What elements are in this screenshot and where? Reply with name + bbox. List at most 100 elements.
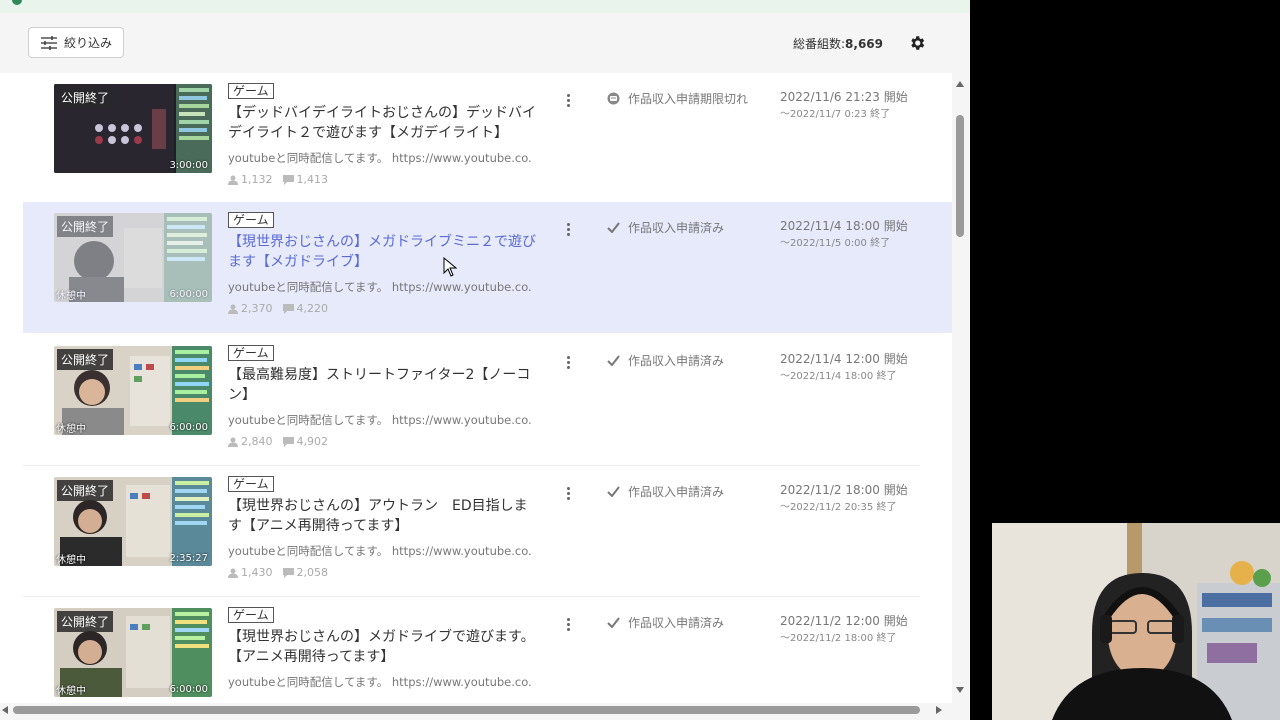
comments-count: 2,058 [296,566,329,579]
revenue-status: 作品収入申請済み [607,614,724,631]
revenue-status: 作品収入申請済み [607,219,724,236]
end-date: ～2022/11/7 0:23 終了 [780,109,891,120]
start-date: 2022/11/4 18:00 開始 [780,219,908,233]
category-tag: ゲーム [228,476,274,492]
duration-label: 6:00:00 [169,289,208,300]
status-label: 公開終了 [57,87,114,108]
program-title[interactable]: 【デッドバイデイライトおじさんの】デッドバイデイライト２で遊びます【メガデイライ… [228,103,540,143]
program-row[interactable]: 公開終了 6:00:00 休憩中 ゲーム 【最高難易度】ストリートファイター2【… [23,335,952,466]
scrollbar-thumb[interactable] [956,115,964,237]
revenue-status-label: 作品収入申請済み [628,485,725,499]
more-menu-icon[interactable] [564,94,572,110]
person-icon [228,304,238,314]
comments-count: 4,902 [296,435,329,448]
more-menu-icon[interactable] [564,618,572,634]
filter-sliders-icon [40,35,57,50]
video-thumbnail[interactable]: 公開終了 3:00:00 [54,84,212,173]
person-icon [228,437,238,447]
program-description: youtubeと同時配信してます。 https://www.youtube.co… [228,151,533,165]
start-date: 2022/11/6 21:23 開始 [780,90,908,104]
viewers-count: 2,840 [241,435,273,448]
check-icon [607,222,620,233]
category-tag: ゲーム [228,345,274,361]
gear-icon[interactable] [908,34,926,52]
status-label: 公開終了 [57,480,114,501]
program-title[interactable]: 【現世界おじさんの】メガドライブで遊びます。【アニメ再開待ってます】 [228,627,540,667]
program-description: youtubeと同時配信してます。 https://www.youtube.co… [228,675,533,689]
program-title[interactable]: 【最高難易度】ストリートファイター2【ノーコン】 [228,365,540,405]
more-menu-icon[interactable] [564,356,572,372]
end-date: ～2022/11/2 18:00 終了 [780,633,897,644]
duration-label: 2:35:27 [169,553,208,564]
viewers-stat: 2,370 [228,302,273,315]
duration-label: 6:00:00 [169,422,208,433]
check-icon [607,486,620,497]
program-row-selected[interactable]: 公開終了 6:00:00 休憩中 ゲーム 【現世界おじさんの】メガドライブミニ２… [23,202,952,333]
program-stats: 2,370 4,220 [228,302,328,315]
person-icon [228,568,238,578]
video-thumbnail[interactable]: 公開終了 6:00:00 休憩中 [54,608,212,697]
more-menu-icon[interactable] [564,487,572,503]
top-banner [0,0,970,13]
program-title[interactable]: 【現世界おじさんの】メガドライブミニ２で遊びます【メガドライブ】 [228,232,540,272]
program-stats: 1,132 1,413 [228,173,328,186]
comments-stat: 1,413 [282,173,329,186]
revenue-status-label: 作品収入申請済み [628,616,725,630]
scroll-down-icon[interactable] [956,687,964,693]
app-window: 絞り込み 総番組数:8,669 公開終了 3:00:00 ゲーム 【デッドバイデ… [0,0,970,720]
filter-button[interactable]: 絞り込み [28,27,124,58]
video-thumbnail[interactable]: 公開終了 6:00:00 休憩中 [54,213,212,302]
webcam-image [992,523,1280,720]
rest-label: 休憩中 [56,555,86,566]
revenue-status: 作品収入申請期限切れ [607,90,748,107]
check-icon [607,355,620,366]
revenue-status: 作品収入申請済み [607,352,724,369]
comment-icon [282,436,294,447]
webcam-overlay [992,523,1280,720]
comments-count: 1,413 [296,173,329,186]
program-title[interactable]: 【現世界おじさんの】アウトラン ED目指します【アニメ再開待ってます】 [228,496,540,536]
leaf-icon [12,0,22,5]
duration-label: 6:00:00 [169,684,208,695]
viewers-count: 1,430 [241,566,273,579]
program-stats: 2,840 4,902 [228,435,328,448]
revenue-status-label: 作品収入申請期限切れ [628,92,749,106]
more-menu-icon[interactable] [564,223,572,239]
comments-stat: 2,058 [282,566,329,579]
video-thumbnail[interactable]: 公開終了 6:00:00 休憩中 [54,346,212,435]
program-stats: 1,430 2,058 [228,566,328,579]
status-label: 公開終了 [57,216,114,237]
program-row[interactable]: 公開終了 2:35:27 休憩中 ゲーム 【現世界おじさんの】アウトラン ED目… [23,466,952,597]
vertical-scrollbar[interactable] [952,73,970,703]
horizontal-scrollbar[interactable] [0,703,952,720]
viewers-stat: 1,132 [228,173,273,186]
comment-icon [282,303,294,314]
category-tag: ゲーム [228,607,274,623]
start-date: 2022/11/2 12:00 開始 [780,614,908,628]
person-icon [228,175,238,185]
viewers-count: 2,370 [241,302,273,315]
total-label: 総番組数: [792,37,846,51]
program-row[interactable]: 公開終了 3:00:00 ゲーム 【デッドバイデイライトおじさんの】デッドバイデ… [23,73,952,204]
rest-label: 休憩中 [56,424,86,435]
category-tag: ゲーム [228,83,274,99]
comments-stat: 4,220 [282,302,328,315]
scroll-up-icon[interactable] [956,81,964,87]
rest-label: 休憩中 [56,686,86,697]
end-date: ～2022/11/4 18:00 終了 [780,371,897,382]
viewers-count: 1,132 [241,173,273,186]
scroll-left-icon[interactable] [2,706,8,714]
comments-stat: 4,902 [282,435,329,448]
start-date: 2022/11/2 18:00 開始 [780,483,908,497]
scroll-right-icon[interactable] [936,706,942,714]
scrollbar-thumb[interactable] [13,706,920,714]
rest-label: 休憩中 [56,291,86,302]
video-thumbnail[interactable]: 公開終了 2:35:27 休憩中 [54,477,212,566]
program-description: youtubeと同時配信してます。 https://www.youtube.co… [228,413,533,427]
duration-label: 3:00:00 [169,160,208,171]
revenue-status-label: 作品収入申請済み [628,221,725,235]
program-row[interactable]: 公開終了 6:00:00 休憩中 ゲーム 【現世界おじさんの】メガドライブで遊び… [23,597,952,703]
start-date: 2022/11/4 12:00 開始 [780,352,908,366]
viewers-stat: 1,430 [228,566,273,579]
expired-icon [607,92,620,105]
